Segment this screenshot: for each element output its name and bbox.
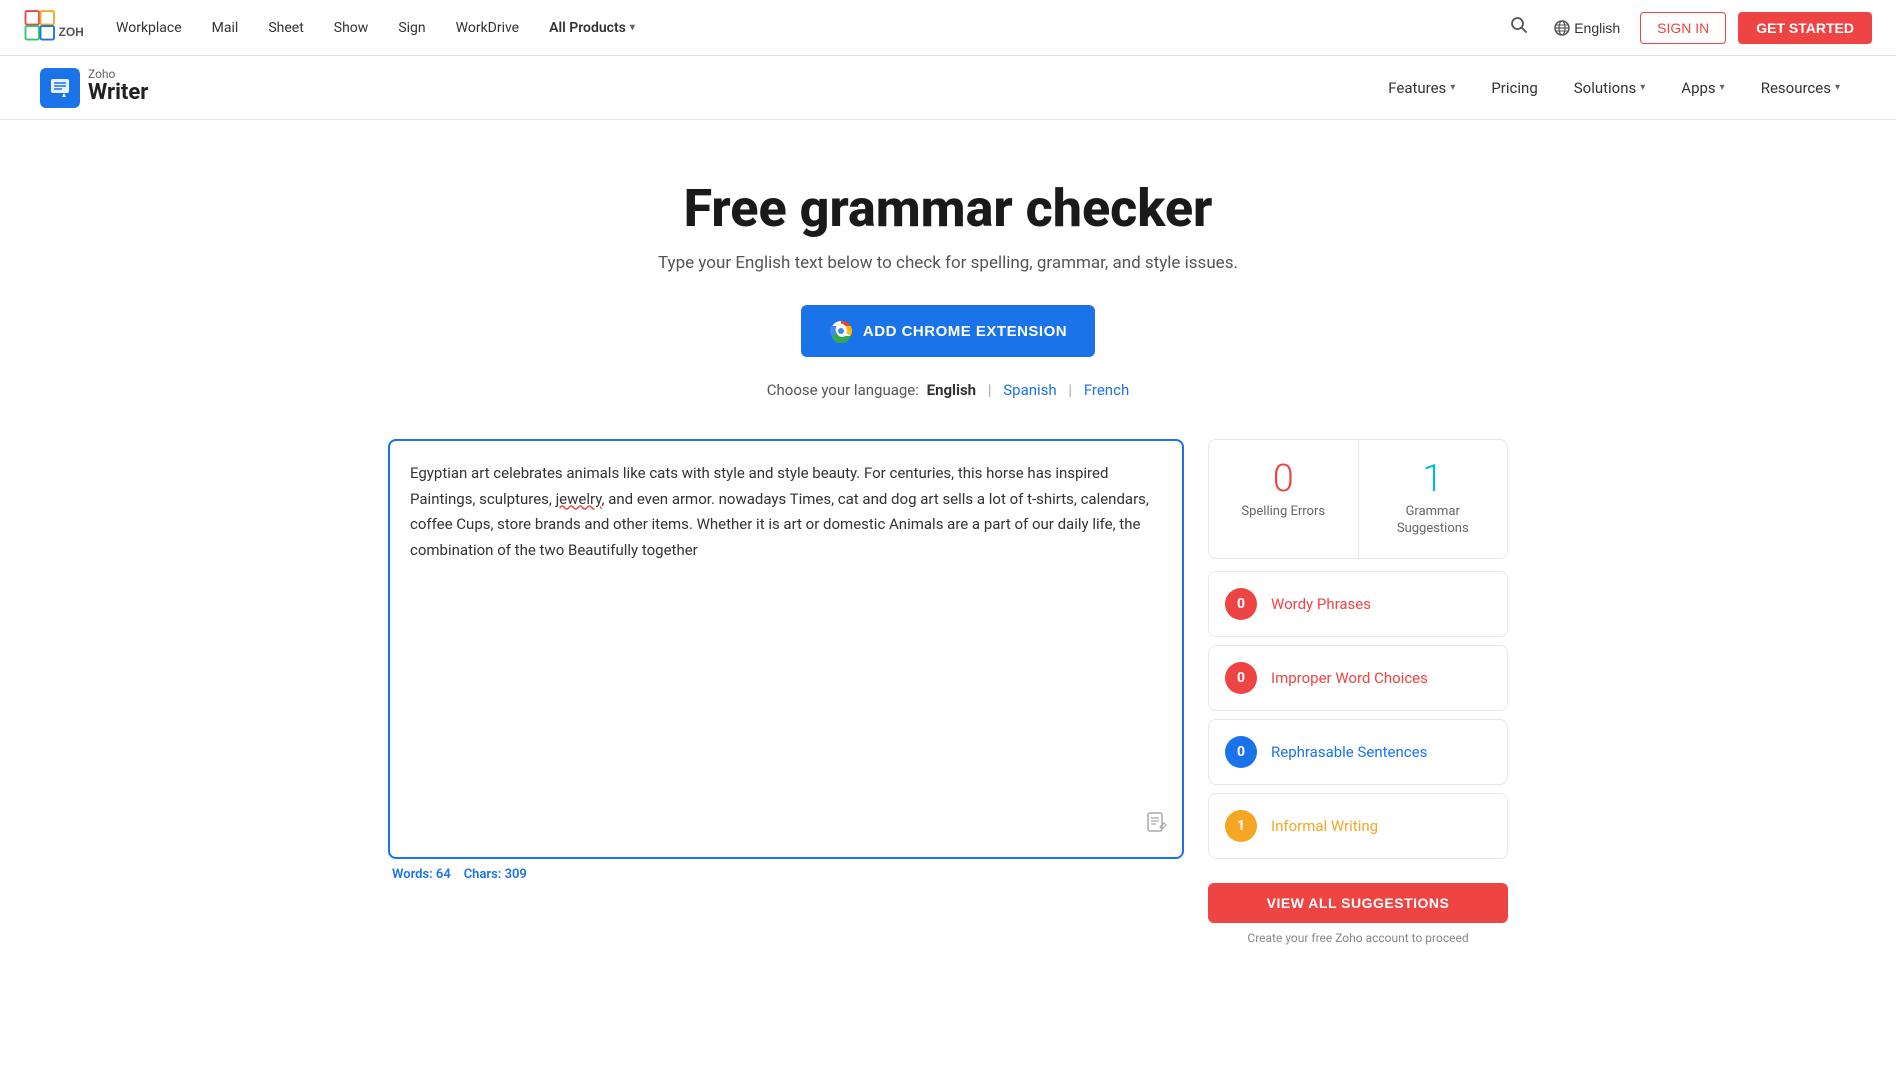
nav-resources[interactable]: Resources ▾ bbox=[1745, 71, 1856, 105]
hero-title: Free grammar checker bbox=[388, 180, 1508, 237]
view-all-suggestions-button[interactable]: VIEW ALL SUGGESTIONS bbox=[1208, 883, 1508, 923]
top-nav-show[interactable]: Show bbox=[322, 14, 381, 42]
get-started-button[interactable]: GET STARTED bbox=[1738, 12, 1872, 44]
top-nav-right: English SIGN IN GET STARTED bbox=[1504, 10, 1872, 45]
writer-logo-icon bbox=[40, 68, 80, 108]
zoho-logo[interactable]: ZOHO bbox=[24, 6, 84, 50]
suggestions-sidebar: 0 Spelling Errors 1 Grammar Suggestions … bbox=[1208, 439, 1508, 945]
informal-writing-label: Informal Writing bbox=[1271, 817, 1378, 835]
top-nav-sheet[interactable]: Sheet bbox=[256, 14, 315, 42]
grammar-suggestions-stat: 1 Grammar Suggestions bbox=[1359, 440, 1508, 558]
word-count-value: 64 bbox=[436, 867, 451, 882]
hero-section: Free grammar checker Type your English t… bbox=[388, 180, 1508, 399]
improper-word-badge: 0 bbox=[1225, 662, 1257, 694]
rephrasable-label: Rephrasable Sentences bbox=[1271, 743, 1427, 761]
add-chrome-extension-button[interactable]: ADD CHROME EXTENSION bbox=[801, 305, 1095, 357]
rephrasable-badge: 0 bbox=[1225, 736, 1257, 768]
top-nav-links: Workplace Mail Sheet Show Sign WorkDrive… bbox=[104, 14, 1504, 42]
editor-icon bbox=[1146, 809, 1168, 843]
resources-chevron: ▾ bbox=[1835, 82, 1840, 93]
search-button[interactable] bbox=[1504, 10, 1534, 45]
chrome-btn-label: ADD CHROME EXTENSION bbox=[863, 323, 1067, 340]
top-nav-workplace[interactable]: Workplace bbox=[104, 14, 194, 42]
brand-writer-label: Writer bbox=[88, 80, 148, 106]
all-products-chevron: ▾ bbox=[630, 22, 635, 33]
second-nav-links: Features ▾ Pricing Solutions ▾ Apps ▾ Re… bbox=[1372, 71, 1856, 105]
main-content: Free grammar checker Type your English t… bbox=[348, 120, 1548, 985]
wordy-phrases-badge: 0 bbox=[1225, 588, 1257, 620]
spelling-errors-label: Spelling Errors bbox=[1221, 504, 1346, 521]
suggestions-list: 0 Wordy Phrases 0 Improper Word Choices … bbox=[1208, 571, 1508, 867]
solutions-chevron: ▾ bbox=[1640, 82, 1645, 93]
language-selector-top[interactable]: English bbox=[1546, 14, 1628, 42]
writer-brand-logo[interactable]: Zoho Writer bbox=[40, 68, 148, 108]
editor-section: Egyptian art celebrates animals like cat… bbox=[388, 439, 1184, 882]
improper-word-choices-item[interactable]: 0 Improper Word Choices bbox=[1208, 645, 1508, 711]
char-count-value: 309 bbox=[505, 867, 527, 882]
top-navigation: ZOHO Workplace Mail Sheet Show Sign Work… bbox=[0, 0, 1896, 56]
selected-language: English bbox=[927, 381, 976, 399]
language-selector: Choose your language: English | Spanish … bbox=[388, 381, 1508, 399]
nav-features[interactable]: Features ▾ bbox=[1372, 71, 1471, 105]
spelling-errors-stat: 0 Spelling Errors bbox=[1209, 440, 1359, 558]
underlined-word: jewelry bbox=[556, 490, 602, 508]
nav-solutions[interactable]: Solutions ▾ bbox=[1558, 71, 1662, 105]
grammar-suggestions-count: 1 bbox=[1371, 460, 1496, 498]
stats-row: 0 Spelling Errors 1 Grammar Suggestions bbox=[1208, 439, 1508, 559]
top-nav-all-products[interactable]: All Products ▾ bbox=[537, 14, 647, 42]
secondary-navigation: Zoho Writer Features ▾ Pricing Solutions… bbox=[0, 56, 1896, 120]
top-lang-label: English bbox=[1574, 20, 1620, 36]
spelling-errors-count: 0 bbox=[1221, 460, 1346, 498]
brand-zoho-label: Zoho bbox=[88, 68, 148, 80]
text-editor[interactable]: Egyptian art celebrates animals like cat… bbox=[388, 439, 1184, 859]
svg-text:ZOHO: ZOHO bbox=[59, 24, 85, 38]
word-count-bar: Words: 64 Chars: 309 bbox=[388, 867, 1184, 882]
text-input[interactable]: Egyptian art celebrates animals like cat… bbox=[410, 461, 1162, 821]
choose-lang-label: Choose your language: bbox=[767, 381, 919, 399]
brand-logo-text: Zoho Writer bbox=[88, 68, 148, 106]
sign-in-button[interactable]: SIGN IN bbox=[1640, 12, 1726, 44]
apps-chevron: ▾ bbox=[1720, 82, 1725, 93]
improper-word-label: Improper Word Choices bbox=[1271, 669, 1428, 687]
top-nav-mail[interactable]: Mail bbox=[200, 14, 251, 42]
chars-label: Chars: bbox=[464, 867, 502, 882]
top-nav-sign[interactable]: Sign bbox=[386, 14, 437, 42]
informal-writing-item[interactable]: 1 Informal Writing bbox=[1208, 793, 1508, 859]
wordy-phrases-label: Wordy Phrases bbox=[1271, 595, 1371, 613]
informal-writing-badge: 1 bbox=[1225, 810, 1257, 842]
checker-layout: Egyptian art celebrates animals like cat… bbox=[388, 439, 1508, 945]
nav-pricing[interactable]: Pricing bbox=[1475, 71, 1553, 105]
french-lang-link[interactable]: French bbox=[1084, 381, 1129, 399]
rephrasable-sentences-item[interactable]: 0 Rephrasable Sentences bbox=[1208, 719, 1508, 785]
grammar-suggestions-label: Grammar Suggestions bbox=[1371, 504, 1496, 538]
spanish-lang-link[interactable]: Spanish bbox=[1003, 381, 1056, 399]
create-account-note: Create your free Zoho account to proceed bbox=[1208, 931, 1508, 945]
words-label: Words: bbox=[392, 867, 433, 882]
top-nav-workdrive[interactable]: WorkDrive bbox=[444, 14, 532, 42]
hero-subtitle: Type your English text below to check fo… bbox=[388, 253, 1508, 273]
features-chevron: ▾ bbox=[1450, 82, 1455, 93]
wordy-phrases-item[interactable]: 0 Wordy Phrases bbox=[1208, 571, 1508, 637]
nav-apps[interactable]: Apps ▾ bbox=[1665, 71, 1740, 105]
